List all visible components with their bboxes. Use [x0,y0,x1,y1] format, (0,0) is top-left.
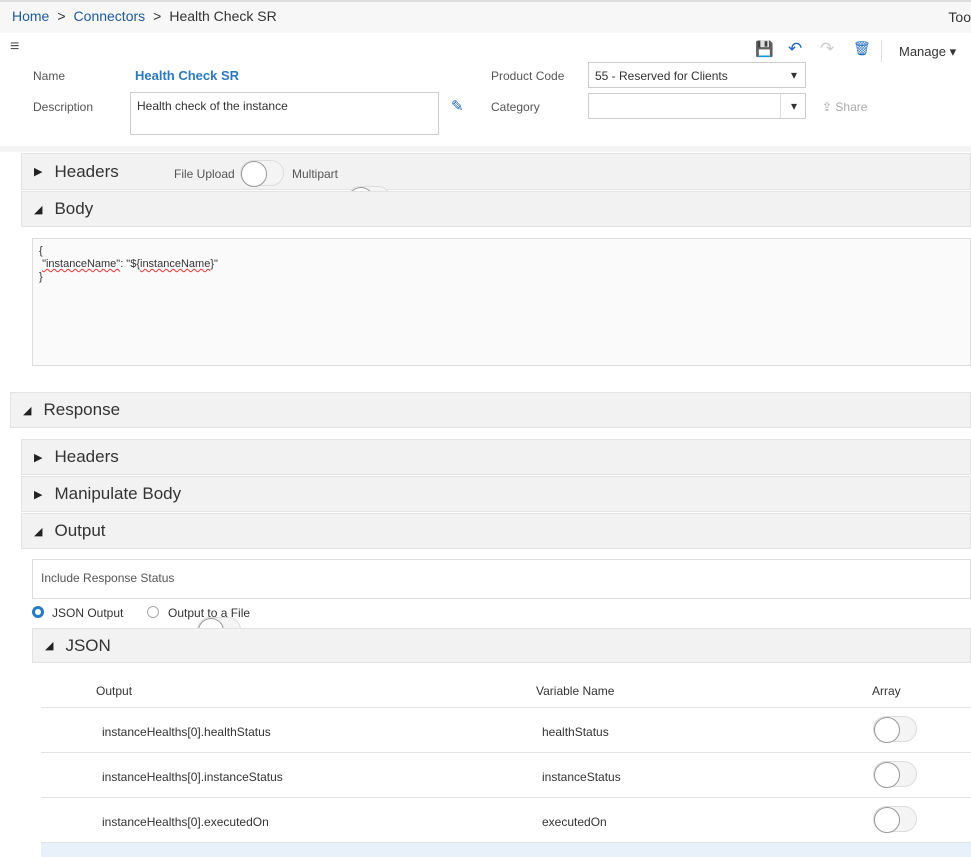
response-headers-section[interactable]: ▶ Headers [21,439,971,475]
hamburger-menu-icon[interactable]: ≡ [10,38,19,56]
code-line: { [39,245,43,257]
breadcrumb-current: Health Check SR [169,8,277,24]
share-button[interactable]: ⇪ Share [822,100,867,114]
breadcrumb: Home > Connectors > Health Check SR Too [0,0,971,33]
output-file-radio[interactable] [147,606,159,618]
json-section[interactable]: ◢ JSON [32,628,971,663]
output-section[interactable]: ◢ Output [21,513,971,549]
section-title: Headers [54,447,119,466]
divider [0,146,971,152]
json-output-radio[interactable] [32,606,44,618]
table-row: instanceHealths[0].instanceStatus instan… [41,753,971,798]
output-cell: instanceHealths[0].instanceStatus [102,770,283,784]
share-label: Share [835,100,868,114]
file-upload-label: File Upload [174,167,235,181]
column-header: Variable Name [536,684,615,698]
save-icon[interactable]: 💾 [755,40,774,58]
manage-label: Manage [899,44,946,59]
output-file-label: Output to a File [168,606,251,620]
output-cell: instanceHealths[0].executedOn [102,815,269,829]
edit-pencil-icon[interactable]: ✎ [451,97,464,115]
category-select[interactable]: ▾ [588,93,806,119]
variable-cell: instanceStatus [542,770,621,784]
table-row: instanceHealths[0].healthStatus healthSt… [41,708,971,753]
category-label: Category [491,100,540,114]
array-toggle[interactable] [873,806,917,833]
toolbar-divider [881,40,882,62]
description-label: Description [33,100,94,114]
code-token: instanceName [140,258,211,270]
caret-right-icon: ▶ [34,488,43,501]
code-token: }" [210,258,218,270]
include-status-label: Include Response Status [41,571,175,585]
product-code-value: 55 - Reserved for Clients [595,69,728,83]
request-headers-section[interactable]: ▶ Headers [21,153,971,190]
column-header: Output [96,684,133,698]
section-title: Headers [54,161,119,181]
code-line: } [39,271,43,283]
caret-down-icon: ◢ [34,525,43,538]
caret-right-icon: ▶ [34,451,43,464]
undo-icon[interactable]: ↶ [788,39,802,59]
code-line: "instanceName": "${instanceName}" [39,258,964,271]
tools-label[interactable]: Too [948,9,971,25]
section-title: Output [54,521,106,540]
body-editor[interactable]: { "instanceName": "${instanceName}" } [32,238,971,366]
section-title: JSON [65,635,111,655]
table-row-selected[interactable] [41,843,971,857]
name-value[interactable]: Health Check SR [135,68,239,83]
multipart-label: Multipart [292,167,339,181]
description-input[interactable]: Health check of the instance [130,92,439,135]
delete-icon[interactable]: 🗑 [853,40,871,57]
array-toggle[interactable] [873,761,917,788]
caret-right-icon: ▶ [34,166,43,178]
table-header: Output Variable Name Array [41,663,971,708]
caret-down-icon: ◢ [23,404,32,417]
code-token: : "${ [120,258,140,270]
section-title: Body [54,199,94,218]
column-header: Array [872,684,901,698]
array-toggle[interactable] [873,716,917,743]
json-output-label: JSON Output [52,606,124,620]
manage-menu[interactable]: Manage ▾ [899,44,956,60]
code-token: "instanceName" [42,258,121,270]
breadcrumb-home[interactable]: Home [12,8,49,24]
response-section[interactable]: ◢ Response [10,392,971,428]
product-code-label: Product Code [491,69,565,83]
manipulate-body-section[interactable]: ▶ Manipulate Body [21,476,971,512]
output-cell: instanceHealths[0].healthStatus [102,725,271,739]
breadcrumb-connectors[interactable]: Connectors [74,8,146,24]
section-title: Manipulate Body [54,484,182,503]
section-title: Response [43,400,121,419]
table-row: instanceHealths[0].executedOn executedOn [41,798,971,843]
file-upload-toggle[interactable] [240,160,284,187]
caret-down-icon: ◢ [34,203,43,216]
redo-icon[interactable]: ↷ [820,39,834,59]
chevron-down-icon: ▾ [790,68,797,82]
chevron-down-icon: ▾ [790,99,797,113]
variable-cell: executedOn [542,815,607,829]
variable-cell: healthStatus [542,725,609,739]
product-code-select[interactable]: 55 - Reserved for Clients ▾ [588,62,806,88]
caret-down-icon: ◢ [45,640,54,652]
name-label: Name [33,69,66,83]
body-section[interactable]: ◢ Body [21,191,971,227]
